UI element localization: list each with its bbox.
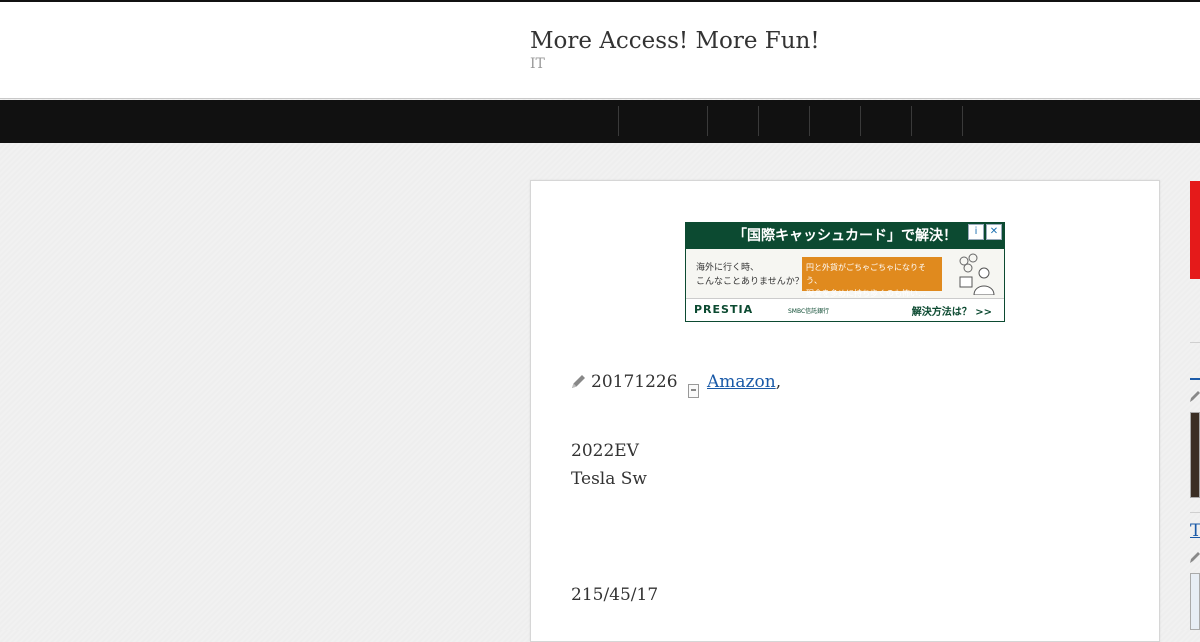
sidebar-divider — [1190, 342, 1200, 343]
nav-item-2[interactable] — [707, 106, 758, 136]
nav-item-7[interactable] — [962, 106, 1013, 136]
main-nav — [0, 100, 1200, 143]
ad-left-line-1: 海外に行く時、 — [696, 263, 760, 273]
ad-orange-box: 円と外貨がごちゃごちゃになりそう、 現金を多めに持ち歩くのも怖い… — [802, 257, 942, 298]
ad-left-line-2: こんなことありませんか？ — [696, 277, 804, 287]
nav-item-3[interactable] — [758, 106, 809, 136]
ad-cta-link[interactable]: 解決方法は？ >> — [912, 303, 992, 318]
folder-icon — [688, 384, 699, 398]
post-category: Amazon, — [707, 372, 781, 392]
sidebar-thumbnail[interactable] — [1190, 573, 1200, 630]
post-content: 「国際キャッシュカード」で解決！ i ✕ 海外に行く時、 こんなことありませんか… — [530, 180, 1160, 642]
close-icon[interactable]: ✕ — [986, 224, 1002, 240]
ad-brand-logo: PRESTIA — [694, 303, 754, 316]
ad-controls: i ✕ — [968, 224, 1002, 240]
ad-left-text: 海外に行く時、 こんなことありませんか？ — [696, 261, 804, 289]
sidebar-thumbnail[interactable] — [1190, 412, 1200, 498]
post-date: 20171226 — [571, 372, 678, 392]
site-description: IT — [530, 56, 545, 72]
banner-ad[interactable]: 「国際キャッシュカード」で解決！ i ✕ 海外に行く時、 こんなことありませんか… — [685, 222, 1005, 322]
sidebar-post-link[interactable]: T — [1190, 521, 1200, 541]
ad-orange-line-1: 円と外貨がごちゃごちゃになりそう、 — [806, 263, 926, 285]
nav-item-4[interactable] — [809, 106, 860, 136]
post-line-3: 215/45/17 — [571, 585, 659, 605]
post-line-1: 2022EV — [571, 441, 639, 461]
post-date-text: 20171226 — [591, 372, 678, 392]
sidebar-ad[interactable] — [1190, 181, 1200, 279]
site-title[interactable]: More Access! More Fun! — [530, 28, 820, 54]
category-link[interactable]: Amazon — [707, 372, 776, 392]
ad-brand-sub: SMBC信託銀行 — [788, 308, 830, 315]
nav-item-5[interactable] — [860, 106, 911, 136]
pencil-icon — [1190, 391, 1200, 402]
pencil-icon — [1190, 552, 1200, 563]
post-line-2: Tesla Sw — [571, 469, 647, 489]
info-icon[interactable]: i — [968, 224, 984, 240]
sidebar-link-underline[interactable] — [1190, 378, 1200, 380]
category-separator: , — [775, 372, 782, 392]
person-coins-icon — [959, 253, 995, 295]
ad-footer: PRESTIA SMBC信託銀行 解決方法は？ >> — [686, 298, 1004, 321]
sidebar-divider — [1190, 512, 1200, 513]
pencil-icon — [572, 375, 585, 388]
site-header: More Access! More Fun! IT — [0, 2, 1200, 99]
ad-headline: 「国際キャッシュカード」で解決！ — [686, 223, 1004, 249]
nav-item-1[interactable] — [618, 106, 707, 136]
nav-item-6[interactable] — [911, 106, 962, 136]
